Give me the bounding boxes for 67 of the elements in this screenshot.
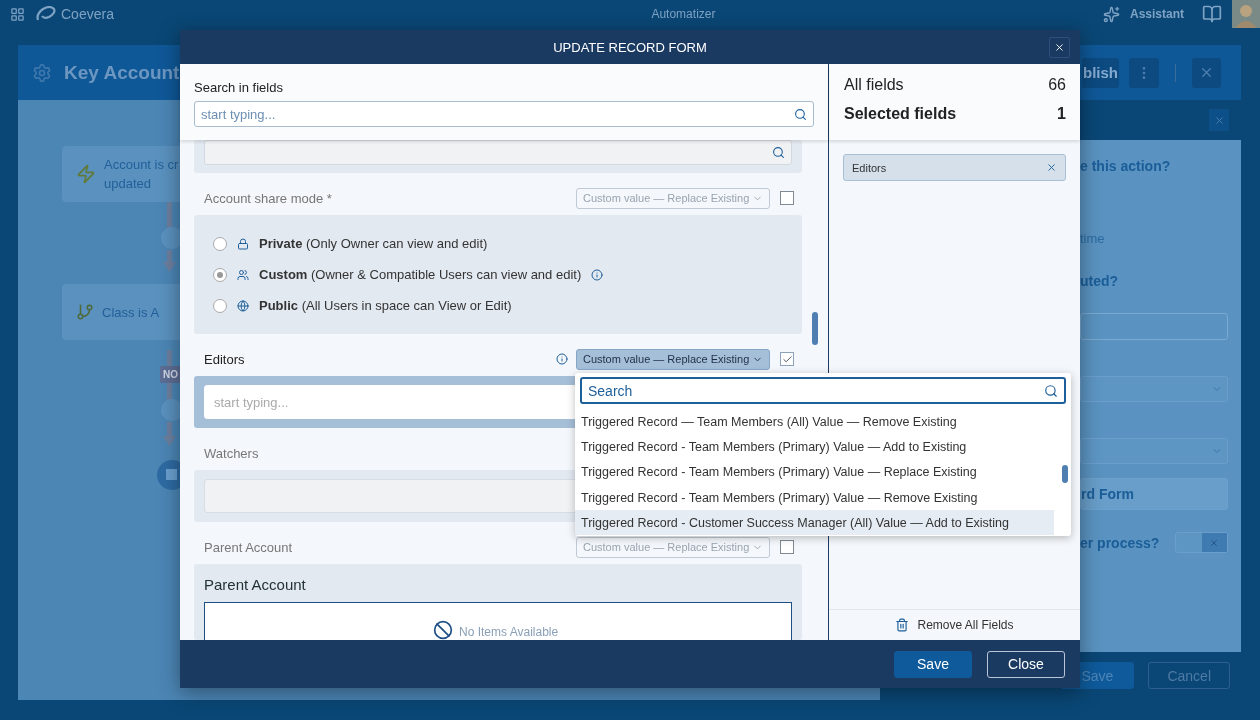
text-field[interactable] [1080,313,1228,340]
question-text: er process? [1080,534,1160,551]
logo-icon [35,6,57,22]
scrollbar-thumb[interactable] [1062,465,1068,483]
checkbox[interactable] [780,540,794,554]
field-label: Parent Account [204,539,293,555]
empty-message: No Items Available [459,625,559,639]
summary-label: Selected fields [844,105,957,123]
option-label: Private (Only Owner can view and edit) [259,236,488,251]
settings-icon[interactable] [32,62,52,83]
checkbox[interactable] [780,352,794,366]
group-title: Parent Account [204,576,307,593]
field-label: Watchers [204,445,259,461]
radio-button[interactable] [213,298,227,313]
field-label: Editors [204,351,245,367]
scrollbar-thumb[interactable] [812,312,818,345]
question-text: e this action? [1080,158,1172,176]
check-icon [781,353,793,365]
assistant-link[interactable]: Assistant [1130,7,1184,21]
lightning-icon [76,164,96,184]
search-icon [794,107,807,121]
close-icon [1213,114,1225,126]
search-icon [772,146,785,159]
users-icon [237,268,249,281]
workflow-title: Key Account [64,61,180,84]
close-icon [1199,65,1214,80]
close-icon [1209,537,1220,548]
summary-count: 1 [1057,105,1066,123]
branch-icon [76,303,94,321]
book-icon[interactable] [1202,4,1222,24]
mode-select[interactable]: Custom value — Replace Existing [576,348,770,370]
save-button[interactable]: Save [894,650,972,678]
remove-icon[interactable] [1046,162,1057,173]
summary-label: All fields [844,76,904,94]
branch-label: NO [160,366,181,383]
option-label: Custom (Owner & Compatible Users can view and edit) [259,267,582,282]
app-title: Automatizer [651,7,716,21]
close-icon [1054,42,1065,53]
select-field[interactable] [1080,438,1228,464]
radio-button[interactable] [213,236,227,251]
globe-icon [237,299,249,312]
close-button[interactable]: Close [987,650,1065,678]
search-field[interactable]: start typing... [194,101,814,127]
lock-icon [237,237,249,250]
info-icon[interactable] [591,268,604,281]
trash-icon [895,618,910,632]
avatar[interactable] [1232,0,1260,28]
toggle-switch[interactable] [1175,532,1228,553]
info-icon[interactable] [556,353,568,365]
brand-name: Coevera [61,6,114,22]
search-field[interactable]: Search [580,377,1066,404]
close-button[interactable] [1049,37,1070,58]
summary-count: 66 [1048,76,1066,94]
radio-button[interactable] [213,267,227,282]
question-text: uted? [1080,273,1120,291]
field-chip[interactable]: Editors [843,154,1066,181]
checkbox[interactable] [780,191,794,205]
dialog-title: UPDATE RECORD FORM [553,39,707,55]
search-icon [1044,383,1058,398]
dropdown-option[interactable]: Triggered Record - Customer Success Manager (All) Value — Add to Existing [575,510,1054,536]
sparkle-icon[interactable] [1103,5,1120,23]
publish-button[interactable]: blish [1082,57,1119,88]
select-field[interactable] [1080,376,1228,402]
node-label: Class is A [102,303,160,322]
search-field[interactable] [204,140,792,165]
apps-grid-icon[interactable] [10,6,25,22]
search-label: Search in fields [194,80,284,95]
